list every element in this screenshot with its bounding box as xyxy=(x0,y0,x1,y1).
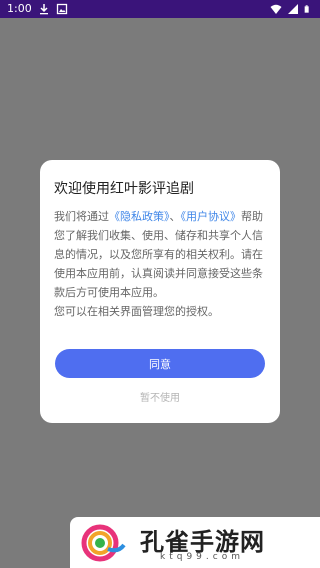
status-time: 1:00 xyxy=(7,2,32,15)
watermark-banner: 孔雀手游网 ktq99.com xyxy=(70,517,320,568)
dialog-body: 我们将通过《隐私政策》、《用户协议》帮助您了解我们收集、使用、储存和共享个人信息… xyxy=(54,207,270,302)
decline-button[interactable]: 暂不使用 xyxy=(110,388,210,404)
user-agreement-link[interactable]: 《用户协议》 xyxy=(181,210,242,223)
watermark-url: ktq99.com xyxy=(160,552,244,562)
battery-icon xyxy=(304,5,309,13)
signal-icon xyxy=(288,4,298,14)
peacock-logo-icon xyxy=(81,524,126,562)
wifi-icon xyxy=(270,4,282,14)
dialog-title: 欢迎使用红叶影评追剧 xyxy=(54,181,194,197)
status-notification-icons xyxy=(38,3,68,15)
agree-button[interactable]: 同意 xyxy=(55,349,265,378)
body-text-intro: 我们将通过 xyxy=(54,210,109,223)
authorization-note: 您可以在相关界面管理您的授权。 xyxy=(54,305,219,318)
status-system-icons xyxy=(270,3,312,15)
status-bar: 1:00 xyxy=(0,0,320,18)
privacy-consent-dialog: 欢迎使用红叶影评追剧 我们将通过《隐私政策》、《用户协议》帮助您了解我们收集、使… xyxy=(40,160,280,423)
image-icon xyxy=(56,3,68,15)
privacy-policy-link[interactable]: 《隐私政策》 xyxy=(109,210,170,223)
body-separator: 、 xyxy=(169,210,181,223)
body-text-main: 帮助您了解我们收集、使用、储存和共享个人信息的情况，以及您所享有的相关权利。请在… xyxy=(54,210,263,299)
download-icon xyxy=(40,4,48,15)
